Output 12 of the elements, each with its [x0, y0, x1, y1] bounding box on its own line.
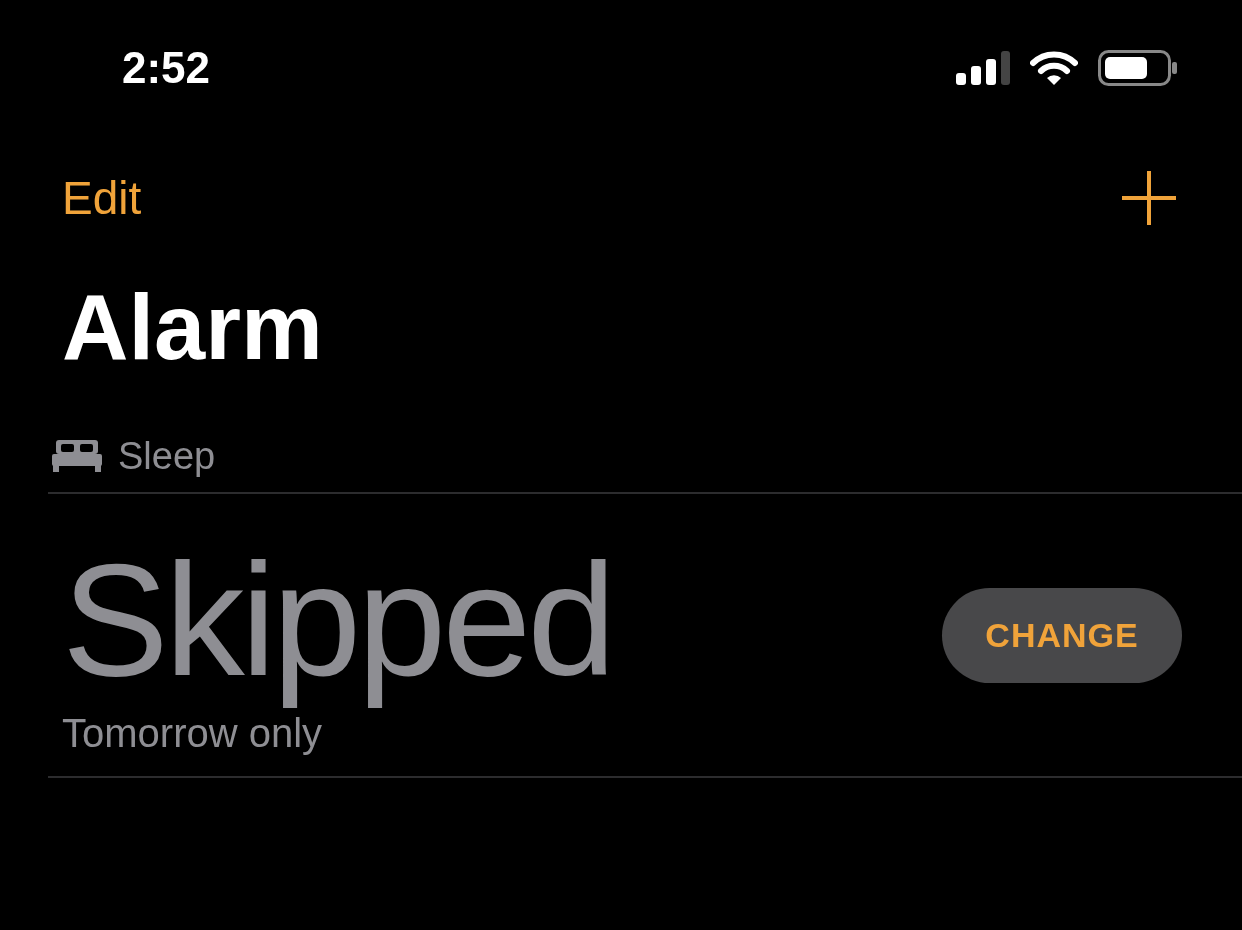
wifi-icon — [1030, 51, 1078, 85]
page-title: Alarm — [62, 275, 324, 380]
alarm-status: Skipped — [62, 529, 613, 712]
section-label: Sleep — [118, 434, 216, 479]
edit-button[interactable]: Edit — [62, 171, 142, 225]
status-time: 2:52 — [122, 43, 212, 93]
battery-icon — [1098, 50, 1178, 86]
signal-icon — [956, 51, 1010, 85]
bed-icon — [52, 440, 102, 473]
change-button[interactable]: CHANGE — [942, 587, 1182, 683]
add-icon[interactable] — [1122, 171, 1176, 225]
alarm-detail: Tomorrow only — [62, 711, 323, 756]
